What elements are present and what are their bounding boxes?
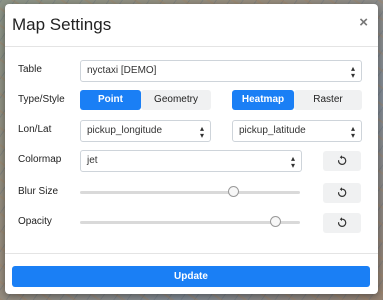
type-style-label: Type/Style — [18, 94, 65, 105]
table-select[interactable]: nyctaxi [DEMO] ▴ ▾ — [80, 60, 362, 82]
colormap-select-value: jet — [87, 155, 98, 166]
style-raster-button[interactable]: Raster — [294, 90, 362, 110]
table-label: Table — [18, 64, 42, 75]
opacity-reset-button[interactable] — [323, 213, 361, 233]
blur-size-slider-thumb[interactable] — [228, 186, 239, 197]
lon-lat-label: Lon/Lat — [18, 124, 52, 135]
latitude-select[interactable]: pickup_latitude ▴ ▾ — [232, 120, 362, 142]
blur-size-reset-button[interactable] — [323, 183, 361, 203]
opacity-slider[interactable] — [80, 216, 300, 227]
lon-lat-row: Lon/Lat pickup_longitude ▴ ▾ pickup_latit… — [5, 120, 378, 142]
colormap-label: Colormap — [18, 154, 62, 165]
chevron-updown-icon: ▴ ▾ — [350, 64, 355, 80]
chevron-updown-icon: ▴ ▾ — [199, 124, 204, 140]
table-select-value: nyctaxi [DEMO] — [87, 65, 157, 76]
colormap-reset-button[interactable] — [323, 151, 361, 171]
reset-icon — [337, 217, 347, 227]
opacity-slider-thumb[interactable] — [269, 216, 281, 227]
blur-size-row: Blur Size — [5, 182, 378, 204]
longitude-select-value: pickup_longitude — [87, 125, 163, 136]
reset-icon — [337, 187, 347, 197]
modal-title: Map Settings — [12, 15, 112, 34]
blur-size-label: Blur Size — [18, 186, 59, 197]
modal-footer-divider — [5, 253, 378, 254]
style-heatmap-button[interactable]: Heatmap — [232, 90, 294, 110]
colormap-select[interactable]: jet ▴ ▾ — [80, 150, 302, 172]
type-point-button[interactable]: Point — [80, 90, 141, 110]
update-button[interactable]: Update — [12, 266, 370, 287]
modal-header: Map Settings × — [5, 4, 378, 47]
close-icon[interactable]: × — [359, 14, 368, 31]
map-settings-modal: Map Settings × Table nyctaxi [DEMO] ▴ ▾ T… — [5, 4, 378, 294]
opacity-row: Opacity — [5, 212, 378, 234]
chevron-updown-icon: ▴ ▾ — [290, 154, 295, 170]
chevron-updown-icon: ▴ ▾ — [350, 124, 355, 140]
type-style-row: Type/Style Point Geometry Heatmap Raster — [5, 90, 378, 112]
longitude-select[interactable]: pickup_longitude ▴ ▾ — [80, 120, 211, 142]
reset-icon — [337, 155, 347, 165]
latitude-select-value: pickup_latitude — [239, 125, 306, 136]
table-row: Table nyctaxi [DEMO] ▴ ▾ — [5, 60, 378, 82]
type-geometry-button[interactable]: Geometry — [141, 90, 211, 110]
blur-size-slider[interactable] — [80, 186, 300, 197]
opacity-label: Opacity — [18, 216, 52, 227]
colormap-row: Colormap jet ▴ ▾ — [5, 150, 378, 172]
